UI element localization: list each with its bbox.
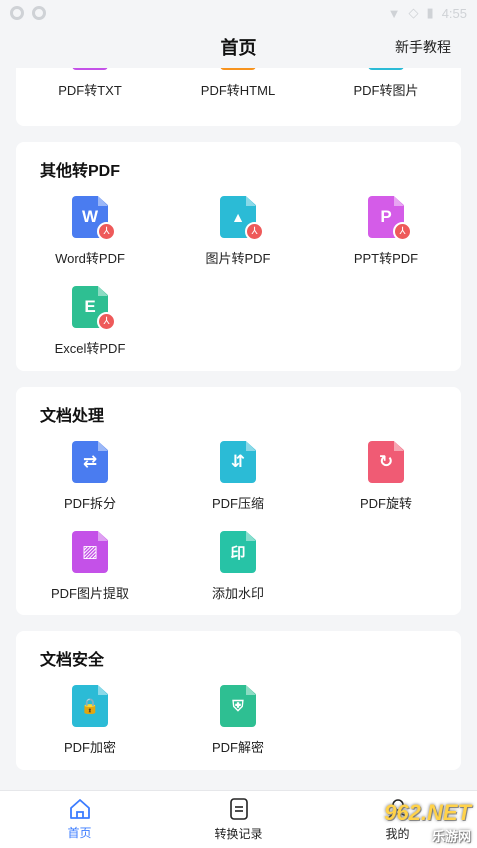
image-to-pdf-icon: ▲ ⅄: [220, 196, 264, 241]
status-bar: ▼ ◇ ▮ 4:55: [0, 0, 477, 26]
pdf-rotate-icon: ↻: [368, 441, 404, 483]
pdf-encrypt-icon: 🔒: [72, 685, 108, 727]
pdf-badge-icon: ⅄: [97, 312, 116, 331]
add-watermark-icon: 印: [220, 531, 256, 573]
pdf-badge-icon: ⅄: [393, 222, 412, 241]
tool-label: Excel转PDF: [54, 341, 126, 356]
section-title: 其他转PDF: [40, 163, 121, 180]
signal-icon: ◇: [408, 5, 419, 20]
nav-label: 转换记录: [214, 827, 263, 841]
tool-excel-to-pdf[interactable]: E ⅄ Excel转PDF: [16, 286, 164, 357]
tool-pdf-rotate[interactable]: ↻ PDF旋转: [312, 441, 460, 512]
tool-label: PDF加密: [63, 740, 116, 755]
page-title: 首页: [220, 38, 257, 58]
tool-label: 图片转PDF: [205, 251, 271, 266]
tool-image-to-pdf[interactable]: ▲ ⅄ 图片转PDF: [164, 196, 312, 267]
tool-add-watermark[interactable]: 印 添加水印: [164, 531, 312, 602]
wifi-icon: ▼: [387, 5, 401, 21]
tutorial-link[interactable]: 新手教程: [395, 37, 451, 57]
section-title: 文档安全: [40, 652, 105, 669]
pdf-badge-icon: ⅄: [245, 222, 264, 241]
pdf-decrypt-icon: ⛨: [220, 685, 256, 727]
tool-label: Word转PDF: [55, 251, 125, 266]
pdf-image-extract-icon: ▨: [72, 531, 108, 573]
card-document-processing: 文档处理 ⇄ PDF拆分 ⇵ PDF压缩 ↻ PDF旋转 ▨ PDF图片提取 印…: [16, 387, 461, 615]
tool-ppt-to-pdf[interactable]: P ⅄ PPT转PDF: [312, 196, 460, 267]
tool-label: PDF压缩: [211, 496, 264, 511]
tool-pdf-encrypt[interactable]: 🔒 PDF加密: [16, 685, 164, 756]
tool-label: PDF转图片: [353, 83, 419, 98]
app-header: 首页 新手教程: [0, 26, 477, 68]
tool-label: 添加水印: [211, 586, 264, 601]
nav-label: 首页: [67, 826, 92, 840]
tool-label: PDF拆分: [63, 496, 116, 511]
site-watermark: 962.NET 乐游网: [384, 799, 471, 844]
section-title: 文档处理: [40, 408, 105, 425]
tool-word-to-pdf[interactable]: W ⅄ Word转PDF: [16, 196, 164, 267]
nav-home[interactable]: 首页: [0, 791, 159, 848]
battery-icon: ▮: [426, 5, 434, 20]
tool-label: PDF转HTML: [200, 83, 276, 98]
tool-pdf-split[interactable]: ⇄ PDF拆分: [16, 441, 164, 512]
tool-label: PPT转PDF: [353, 251, 419, 266]
pdf-split-icon: ⇄: [72, 441, 108, 483]
card-document-security: 文档安全 🔒 PDF加密 ⛨ PDF解密: [16, 631, 461, 770]
card-other-to-pdf: 其他转PDF W ⅄ Word转PDF ▲ ⅄ 图片转PDF P ⅄ PPT转P: [16, 142, 461, 371]
tool-label: PDF旋转: [359, 496, 412, 511]
nav-records[interactable]: 转换记录: [159, 791, 318, 848]
main-content[interactable]: PDF转TXT PDF转HTML PDF转图片 其他转PDF W ⅄ Word转…: [0, 26, 477, 790]
tool-pdf-image-extract[interactable]: ▨ PDF图片提取: [16, 531, 164, 602]
tool-pdf-decrypt[interactable]: ⛨ PDF解密: [164, 685, 312, 756]
tool-label: PDF图片提取: [50, 586, 129, 601]
record-icon: [229, 798, 248, 820]
home-icon: [69, 799, 90, 819]
pdf-badge-icon: ⅄: [97, 222, 116, 241]
ppt-to-pdf-icon: P ⅄: [368, 196, 412, 241]
notification-icon: [10, 6, 24, 20]
word-to-pdf-icon: W ⅄: [72, 196, 116, 241]
pdf-compress-icon: ⇵: [220, 441, 256, 483]
tool-pdf-compress[interactable]: ⇵ PDF压缩: [164, 441, 312, 512]
excel-to-pdf-icon: E ⅄: [72, 286, 116, 331]
status-time: 4:55: [441, 5, 467, 21]
tool-label: PDF解密: [211, 740, 264, 755]
tool-label: PDF转TXT: [58, 83, 122, 98]
sync-icon: [32, 6, 46, 20]
